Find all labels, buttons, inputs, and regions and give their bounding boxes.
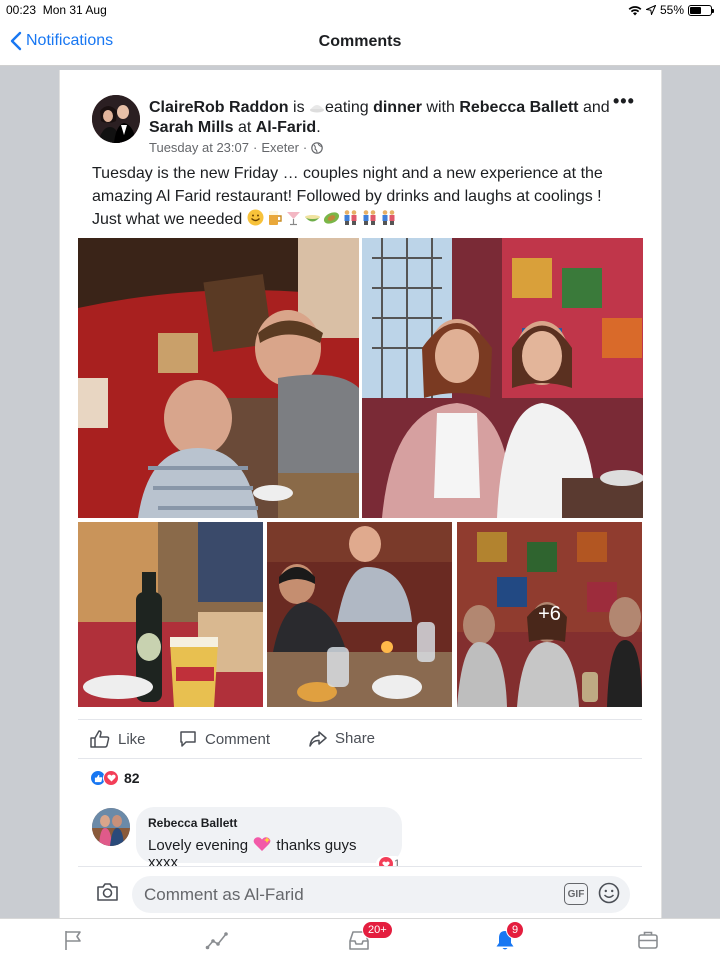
status-bar: 00:23 Mon 31 Aug 55% xyxy=(0,0,720,20)
tab-menu[interactable] xyxy=(637,929,659,956)
wifi-icon xyxy=(628,5,642,15)
inbox-badge: 20+ xyxy=(362,921,393,939)
comment-author[interactable]: Rebecca Ballett xyxy=(148,816,390,830)
photo-1[interactable] xyxy=(78,238,359,518)
camera-icon xyxy=(97,883,118,901)
post-text: Tuesday is the new Friday … couples nigh… xyxy=(92,165,603,228)
share-icon xyxy=(309,730,327,747)
photo-5-more[interactable]: +6 xyxy=(457,522,642,707)
flag-icon xyxy=(65,931,81,950)
beer-emoji-icon xyxy=(268,211,282,225)
briefcase-icon xyxy=(638,931,658,949)
bowl-emoji-icon xyxy=(304,215,320,222)
post-meta: Tuesday at 23:07 · Exeter · xyxy=(149,140,324,155)
tab-insights[interactable] xyxy=(205,929,229,956)
eating-icon xyxy=(310,105,325,113)
author-avatar[interactable] xyxy=(92,95,140,143)
share-button[interactable]: Share xyxy=(309,730,375,747)
emoji-row xyxy=(247,209,397,226)
comment-bubble: Rebecca Ballett Lovely evening thanks gu… xyxy=(136,807,402,871)
gif-button[interactable]: GIF xyxy=(564,883,588,905)
tab-notifications[interactable]: 9 xyxy=(494,921,525,956)
post-headline: ClaireRob Raddon is eating dinner with R… xyxy=(149,99,610,136)
post-timestamp[interactable]: Tuesday at 23:07 xyxy=(149,140,249,155)
post-location[interactable]: Exeter xyxy=(261,140,299,155)
status-time: 00:23 Mon 31 Aug xyxy=(6,3,107,17)
more-options-button[interactable]: ••• xyxy=(613,92,635,110)
notifications-badge: 9 xyxy=(506,921,525,939)
nav-bar: Notifications Comments xyxy=(0,20,720,66)
emoji-button[interactable] xyxy=(598,882,620,909)
thumbs-up-icon xyxy=(90,730,110,748)
comment-button[interactable]: Comment xyxy=(179,730,270,748)
more-photos-overlay[interactable]: +6 xyxy=(457,522,642,707)
globe-icon xyxy=(311,141,324,154)
page-title: Comments xyxy=(318,33,402,50)
comment-icon xyxy=(180,731,196,747)
photo-4[interactable] xyxy=(267,522,452,707)
salad-emoji-icon xyxy=(323,212,339,224)
camera-button[interactable] xyxy=(96,882,119,907)
insights-icon xyxy=(205,932,228,950)
tab-pages[interactable] xyxy=(63,929,85,956)
cocktail-emoji-icon xyxy=(286,212,300,226)
couple-emoji-icon xyxy=(382,210,395,225)
couple-emoji-icon xyxy=(363,210,376,225)
photo-2[interactable] xyxy=(362,238,643,518)
status-right: 55% xyxy=(628,3,714,17)
tab-bar: 20+ 9 xyxy=(0,918,720,960)
tagged-person-1[interactable]: Rebecca Ballett xyxy=(459,99,578,116)
location-arrow-icon xyxy=(645,5,656,15)
smiley-icon xyxy=(598,882,620,904)
sparkling-heart-icon xyxy=(253,837,271,851)
divider xyxy=(78,719,642,720)
love-reaction-icon xyxy=(103,770,119,786)
reaction-summary[interactable]: 82 xyxy=(90,770,140,786)
battery-percent: 55% xyxy=(659,3,684,17)
couple-emoji-icon xyxy=(344,210,357,225)
smiley-emoji-icon xyxy=(247,209,264,226)
tagged-person-2[interactable]: Sarah Mills xyxy=(149,119,233,136)
commenter-avatar[interactable] xyxy=(92,808,130,846)
tab-inbox[interactable]: 20+ xyxy=(348,921,393,956)
comment-input[interactable] xyxy=(132,876,630,913)
author-name[interactable]: ClaireRob Raddon xyxy=(149,99,289,116)
photo-3[interactable] xyxy=(78,522,263,707)
like-button[interactable]: Like xyxy=(90,730,146,748)
battery-icon xyxy=(688,4,714,16)
place-link[interactable]: Al-Farid xyxy=(256,119,316,136)
divider xyxy=(78,758,642,759)
reaction-count: 82 xyxy=(124,770,140,786)
